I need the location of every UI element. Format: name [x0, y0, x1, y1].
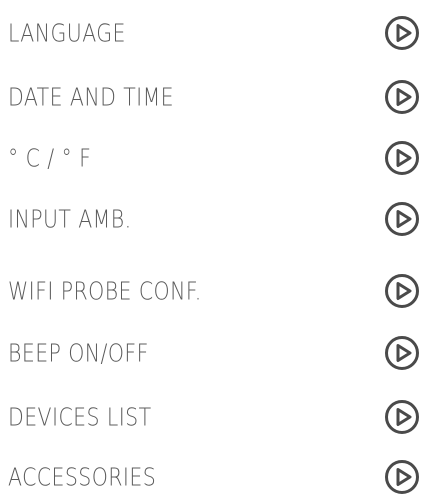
- menu-item-temperature-unit[interactable]: ° C / ° F: [0, 133, 433, 183]
- play-circle-icon[interactable]: [383, 458, 421, 496]
- menu-item-accessories[interactable]: ACCESSORIES: [0, 452, 433, 502]
- menu-item-devices-list[interactable]: DEVICES LIST: [0, 392, 433, 442]
- menu-item-language[interactable]: LANGUAGE: [0, 8, 433, 58]
- play-circle-icon[interactable]: [383, 334, 421, 372]
- play-circle-icon[interactable]: [383, 272, 421, 310]
- menu-item-label: ° C / ° F: [8, 143, 92, 173]
- menu-item-label: DATE AND TIME: [8, 82, 175, 112]
- menu-item-label: BEEP ON/OFF: [8, 338, 149, 368]
- menu-item-label: INPUT AMB.: [8, 204, 132, 234]
- menu-item-date-and-time[interactable]: DATE AND TIME: [0, 72, 433, 122]
- play-circle-icon[interactable]: [383, 139, 421, 177]
- menu-item-label: WIFI PROBE CONF.: [8, 276, 202, 306]
- play-circle-icon[interactable]: [383, 14, 421, 52]
- play-circle-icon[interactable]: [383, 398, 421, 436]
- settings-menu: LANGUAGE DATE AND TIME ° C / ° F INPUT A…: [0, 0, 433, 501]
- menu-item-label: DEVICES LIST: [8, 402, 152, 432]
- menu-item-input-amb[interactable]: INPUT AMB.: [0, 194, 433, 244]
- play-circle-icon[interactable]: [383, 78, 421, 116]
- menu-item-label: LANGUAGE: [8, 18, 126, 48]
- play-circle-icon[interactable]: [383, 200, 421, 238]
- menu-item-beep-on-off[interactable]: BEEP ON/OFF: [0, 328, 433, 378]
- menu-item-label: ACCESSORIES: [8, 462, 157, 492]
- menu-item-wifi-probe-conf[interactable]: WIFI PROBE CONF.: [0, 266, 433, 316]
